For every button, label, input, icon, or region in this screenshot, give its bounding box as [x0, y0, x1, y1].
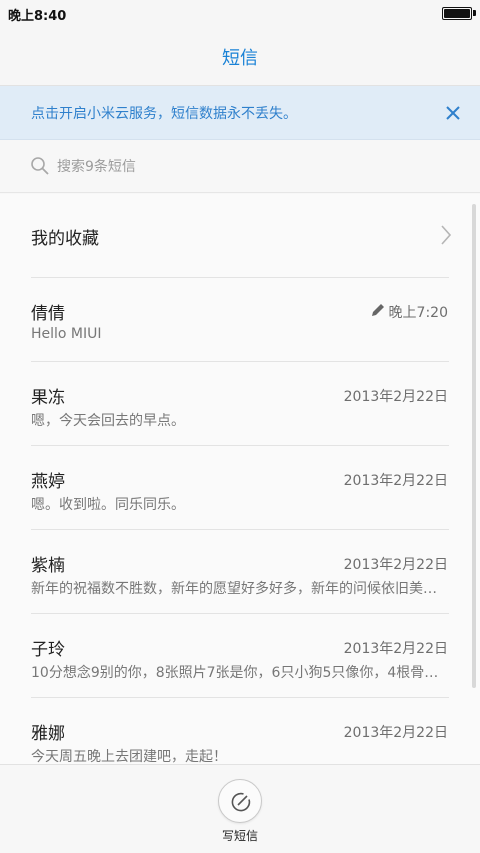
bottom-bar: 写短信 — [0, 764, 480, 853]
page-title: 短信 — [222, 48, 258, 69]
pencil-icon — [370, 302, 386, 318]
cloud-banner-text[interactable]: 点击开启小米云服务，短信数据永不丢失。 — [31, 103, 297, 123]
list-item[interactable]: 果冻 2013年2月22日 嗯，今天会回去的早点。 — [0, 362, 480, 446]
search-icon — [30, 156, 50, 176]
message-time: 2013年2月22日 — [343, 473, 448, 489]
title-bar: 短信 — [0, 26, 480, 86]
message-preview: 嗯。收到啦。同乐同乐。 — [31, 497, 185, 513]
message-preview: 10分想念9别的你，8张照片7张是你，6只小狗5只像你，4根骨头3根 — [31, 665, 449, 681]
search-input[interactable] — [57, 155, 437, 179]
message-time: 2013年2月22日 — [343, 557, 448, 573]
status-bar: 晚上8:40 — [0, 0, 480, 26]
contact-name: 燕婷 — [31, 472, 65, 492]
message-time: 2013年2月22日 — [343, 389, 448, 405]
contact-name: 紫楠 — [31, 556, 65, 576]
compose-button[interactable] — [218, 779, 262, 823]
contact-name: 果冻 — [31, 388, 65, 408]
list-item[interactable]: 倩倩 晚上7:20 Hello MIUI — [0, 278, 480, 362]
message-preview: 新年的祝福数不胜数，新年的愿望好多好多，新年的问候依旧美丽，新年的朋友也越来越多 — [31, 581, 449, 597]
list-item[interactable]: 燕婷 2013年2月22日 嗯。收到啦。同乐同乐。 — [0, 446, 480, 530]
battery-icon — [442, 7, 472, 20]
favorites-row[interactable]: 我的收藏 — [0, 194, 480, 278]
message-preview: 今天周五晚上去团建吧，走起！ — [31, 749, 227, 764]
list-item[interactable]: 雅娜 2013年2月22日 今天周五晚上去团建吧，走起！ — [0, 698, 480, 764]
list-item[interactable]: 紫楠 2013年2月22日 新年的祝福数不胜数，新年的愿望好多好多，新年的问候依… — [0, 530, 480, 614]
contact-name: 雅娜 — [31, 724, 65, 744]
status-time: 晚上8:40 — [8, 9, 67, 24]
cloud-banner[interactable]: 点击开启小米云服务，短信数据永不丢失。 — [0, 86, 480, 140]
message-time: 晚上7:20 — [388, 305, 448, 321]
close-icon[interactable] — [440, 100, 466, 126]
message-time: 2013年2月22日 — [343, 641, 448, 657]
list-item[interactable]: 子玲 2013年2月22日 10分想念9别的你，8张照片7张是你，6只小狗5只像… — [0, 614, 480, 698]
scrollbar[interactable] — [472, 204, 476, 688]
message-preview: Hello MIUI — [31, 326, 102, 342]
compose-label[interactable]: 写短信 — [0, 827, 480, 844]
favorites-label: 我的收藏 — [31, 229, 99, 249]
contact-name: 倩倩 — [31, 304, 65, 324]
conversation-list: 我的收藏 倩倩 晚上7:20 Hello MIUI 果冻 2013年2月22日 … — [0, 194, 480, 764]
contact-name: 子玲 — [31, 640, 65, 660]
battery-tip — [473, 10, 476, 16]
compose-icon — [230, 791, 252, 813]
search-bar[interactable] — [0, 140, 480, 193]
message-preview: 嗯，今天会回去的早点。 — [31, 413, 185, 429]
message-time: 2013年2月22日 — [343, 725, 448, 741]
chevron-right-icon — [440, 224, 452, 246]
